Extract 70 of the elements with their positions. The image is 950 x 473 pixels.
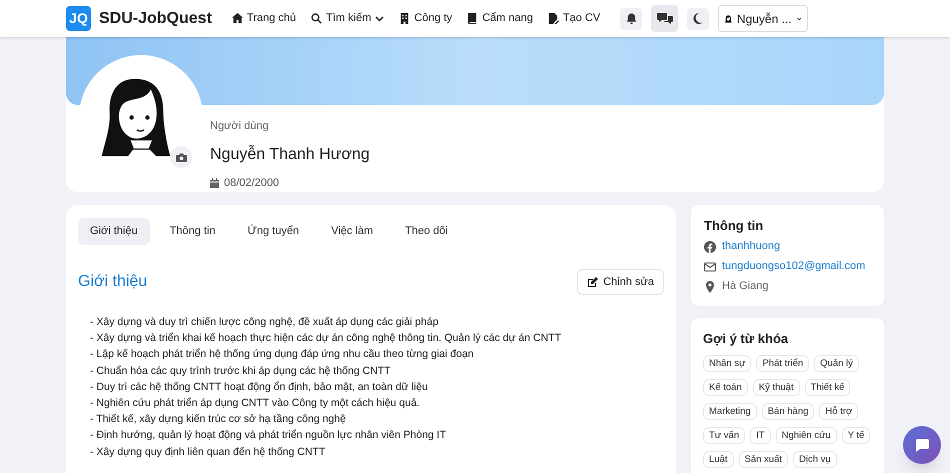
tab[interactable]: Thông tin xyxy=(158,218,228,245)
tab[interactable]: Theo dõi xyxy=(393,218,460,245)
card-title: Thông tin xyxy=(704,218,764,234)
calendar-icon xyxy=(210,178,219,188)
keyword-tag[interactable]: Thiết kế xyxy=(804,379,850,396)
keyword-tag[interactable]: Kỹ thuật xyxy=(752,379,800,396)
keyword-tag[interactable]: Sản xuất xyxy=(738,451,788,468)
change-photo-button[interactable] xyxy=(170,146,192,168)
nav-link[interactable]: Trang chủ xyxy=(232,10,296,27)
keyword-tag[interactable]: Dịch vụ xyxy=(793,451,837,468)
home-icon xyxy=(232,13,243,24)
nav-link[interactable]: Tìm kiếm xyxy=(311,10,384,27)
description-line: - Định hướng, quản lý hoạt động và phát triển nguồn lực nhân viên Phòng IT xyxy=(90,428,448,444)
section-title: Giới thiệu xyxy=(78,272,148,292)
brand-name[interactable]: SDU-JobQuest xyxy=(99,6,212,30)
description-line: - Nghiên cứu phát triển áp dụng CNTT vào Công ty một cách hiệu quả. xyxy=(90,396,421,412)
nav-link[interactable]: Tạo CV xyxy=(548,10,600,27)
description-line: - Xây dựng quy định liên quan đến hệ thống CNTT xyxy=(90,444,326,460)
envelope-icon xyxy=(704,260,716,272)
contact-link[interactable]: tungduongso102@gmail.com xyxy=(722,259,866,274)
book-icon xyxy=(467,13,478,24)
keyword-tag[interactable]: Marketing xyxy=(703,403,757,420)
keyword-tag[interactable]: Tư vấn xyxy=(703,427,746,444)
description-line: - Xây dựng và duy trì chiến lược công nghệ, đề xuất áp dụng các giải pháp xyxy=(90,315,440,330)
keyword-tag[interactable]: Nhân sự xyxy=(703,355,752,372)
description-line: - Duy trì các hệ thống CNTT hoạt động ổn định, bảo mật, an toàn dữ liệu xyxy=(90,380,429,395)
keyword-tag[interactable]: Hỗ trợ xyxy=(819,403,858,420)
tab[interactable]: Giới thiệu xyxy=(78,218,150,245)
keyword-tag[interactable]: Bán hàng xyxy=(762,403,814,420)
building-icon xyxy=(399,13,410,24)
user-role: Người dùng xyxy=(210,119,270,134)
birthday: 08/02/2000 xyxy=(224,176,280,190)
chat-fab[interactable] xyxy=(903,426,941,464)
description-line: - Thiết kế, xây dựng kiến trúc cơ sở hạ tầng công nghệ xyxy=(90,412,347,428)
facebook-icon xyxy=(704,240,716,252)
user-name: Nguyễn Thanh Hương xyxy=(210,144,370,164)
message-icon xyxy=(915,438,929,452)
keyword-tag[interactable]: IT xyxy=(750,427,771,444)
chat-bubbles-icon xyxy=(656,12,673,25)
contact-link[interactable]: thanhhuong xyxy=(722,239,780,254)
tab[interactable]: Việc làm xyxy=(319,218,386,245)
chat-button[interactable] xyxy=(651,5,678,32)
edit-button[interactable]: Chỉnh sửa xyxy=(577,269,664,295)
search-icon xyxy=(311,13,322,24)
logo-icon[interactable]: JQ xyxy=(66,6,91,31)
moon-icon xyxy=(693,13,704,24)
keyword-tag[interactable]: Luật xyxy=(703,451,734,468)
description-line: - Lập kế hoạch phát triển hệ thống ứng dụng đáp ứng nhu cầu theo từng giai đoạn xyxy=(90,347,475,362)
keyword-tag[interactable]: Nghiên cứu xyxy=(776,427,837,444)
location-text: Hà Giang xyxy=(722,279,768,294)
description-line: - Chuẩn hóa các quy trình trước khi áp dụng các hệ thống CNTT xyxy=(90,364,392,379)
chevron-down-icon xyxy=(375,16,384,22)
camera-icon xyxy=(176,152,186,162)
dark-mode-button[interactable] xyxy=(687,8,710,30)
keyword-tag[interactable]: Y tế xyxy=(842,427,870,444)
chevron-down-icon xyxy=(796,16,802,22)
notification-button[interactable] xyxy=(620,8,642,30)
description-line: - Xây dựng và triển khai kế hoạch thực hiện các dự án công nghệ thông tin. Quản lý các dự án CNTT xyxy=(90,331,562,346)
bell-icon xyxy=(626,12,637,24)
keyword-tag[interactable]: Quản lý xyxy=(814,355,859,372)
keyword-tag[interactable]: Kế toán xyxy=(703,379,748,396)
nav-link[interactable]: Công ty xyxy=(399,10,452,27)
map-pin-icon xyxy=(704,280,716,292)
document-edit-icon xyxy=(548,13,559,24)
edit-icon xyxy=(587,276,598,288)
nav-link[interactable]: Cẩm nang xyxy=(467,10,533,27)
user-menu-button[interactable]: Nguyễn ... xyxy=(718,5,808,32)
card-title: Gợi ý từ khóa xyxy=(703,331,790,347)
tab[interactable]: Ứng tuyển xyxy=(235,218,312,245)
keyword-tag[interactable]: Phát triển xyxy=(756,355,810,372)
